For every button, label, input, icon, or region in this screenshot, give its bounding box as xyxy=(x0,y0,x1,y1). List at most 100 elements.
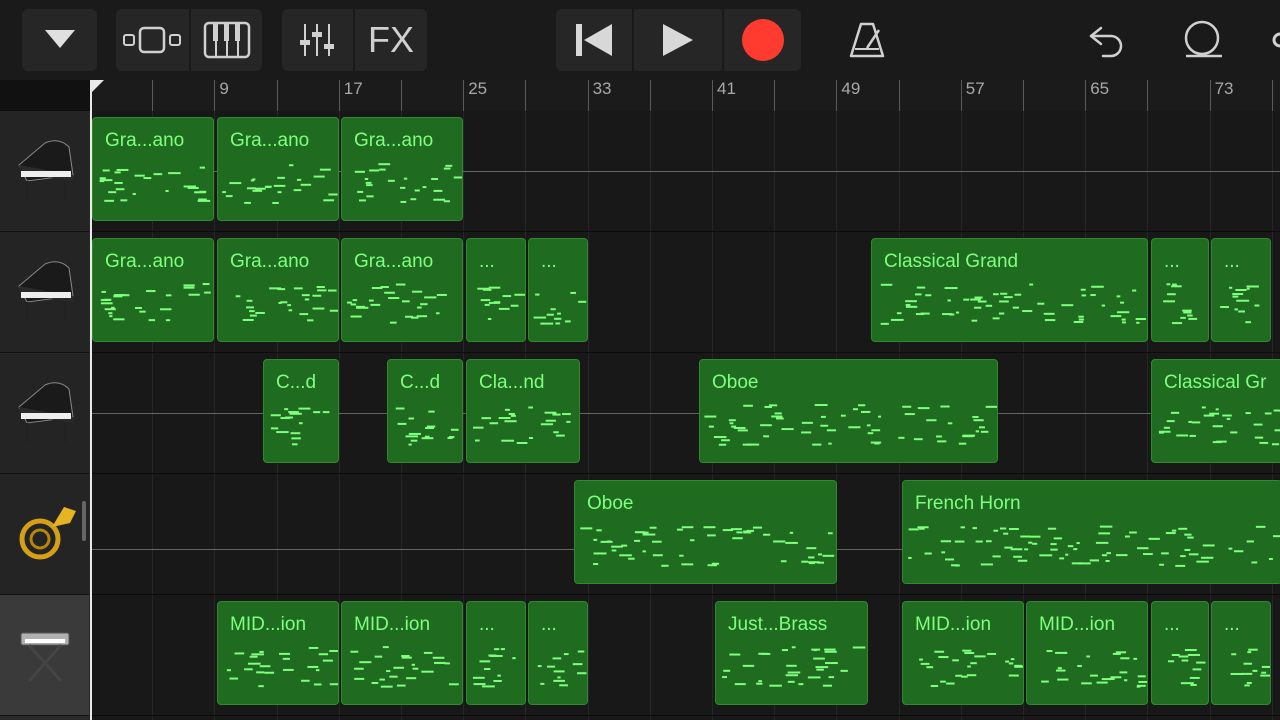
note-pattern xyxy=(919,649,1023,688)
note-pattern xyxy=(346,283,447,324)
region-label: MID...ion xyxy=(1039,614,1116,635)
note xyxy=(1184,548,1191,551)
metronome-button[interactable] xyxy=(836,9,898,71)
note xyxy=(908,528,919,531)
midi-region[interactable]: Gra...ano xyxy=(217,238,339,342)
note xyxy=(774,412,782,415)
midi-region[interactable]: C...d xyxy=(263,359,339,463)
track-header-grand-piano-2[interactable] xyxy=(0,232,89,353)
ruler-tick xyxy=(898,80,900,111)
midi-region[interactable]: Gra...ano xyxy=(341,238,463,342)
track-header-french-horn[interactable] xyxy=(0,474,89,595)
midi-region[interactable]: Classical Grand xyxy=(871,238,1148,342)
note xyxy=(916,286,926,289)
note xyxy=(328,193,338,196)
midi-region[interactable]: ... xyxy=(1211,238,1271,342)
playhead[interactable] xyxy=(90,80,92,720)
browser-menu-button[interactable] xyxy=(22,9,97,71)
record-button[interactable] xyxy=(724,9,801,71)
note xyxy=(1136,321,1140,324)
playhead-handle[interactable] xyxy=(90,80,104,94)
mixer-button[interactable] xyxy=(282,9,352,71)
midi-region[interactable]: Just...Brass xyxy=(715,601,868,705)
midi-region[interactable]: MID...ion xyxy=(341,601,463,705)
note xyxy=(955,674,963,677)
track-header-keyboard[interactable] xyxy=(0,595,89,716)
midi-region[interactable]: MID...ion xyxy=(1026,601,1148,705)
note xyxy=(970,662,977,665)
note xyxy=(1057,678,1069,681)
note xyxy=(1252,669,1258,672)
note xyxy=(974,306,982,309)
track-header-grand-piano-1[interactable] xyxy=(0,111,89,232)
loop-icon xyxy=(1184,20,1222,58)
note xyxy=(557,312,561,315)
note xyxy=(919,658,923,661)
midi-region[interactable]: Cla...nd xyxy=(466,359,580,463)
note xyxy=(1161,552,1169,555)
tracks-view-button[interactable] xyxy=(116,9,188,71)
note xyxy=(806,547,817,550)
midi-region[interactable]: ... xyxy=(1151,238,1209,342)
midi-region[interactable]: Oboe xyxy=(699,359,998,463)
note xyxy=(1081,294,1087,297)
note xyxy=(553,679,566,682)
midi-region[interactable]: Gra...ano xyxy=(92,238,214,342)
undo-button[interactable] xyxy=(1078,9,1136,71)
note xyxy=(280,301,288,304)
note xyxy=(229,677,239,680)
midi-region[interactable]: ... xyxy=(466,601,526,705)
midi-region[interactable]: Gra...ano xyxy=(92,117,214,221)
note xyxy=(436,293,447,296)
record-icon xyxy=(741,19,784,61)
midi-region[interactable]: MID...ion xyxy=(217,601,339,705)
midi-region[interactable]: ... xyxy=(1211,601,1271,705)
midi-region[interactable]: Oboe xyxy=(574,480,837,584)
note xyxy=(1244,684,1250,687)
go-to-start-button[interactable] xyxy=(556,9,632,71)
midi-region[interactable]: ... xyxy=(466,238,526,342)
midi-region[interactable]: Gra...ano xyxy=(217,117,339,221)
note xyxy=(1259,441,1269,444)
note xyxy=(1138,680,1147,683)
note xyxy=(808,556,815,559)
midi-region[interactable]: MID...ion xyxy=(902,601,1024,705)
play-button[interactable] xyxy=(634,9,722,71)
timeline-ruler[interactable]: 9 17 25 33 41 49 57 65 73 xyxy=(90,80,1280,112)
keyboard-button[interactable] xyxy=(191,9,262,71)
track-header-grand-piano-3[interactable] xyxy=(0,353,89,474)
note xyxy=(600,540,613,543)
note xyxy=(165,294,172,297)
midi-region[interactable]: C...d xyxy=(387,359,463,463)
midi-region[interactable]: French Horn xyxy=(902,480,1280,584)
region-label: French Horn xyxy=(915,493,1021,514)
note xyxy=(183,284,195,287)
midi-region[interactable]: Classical Gr xyxy=(1151,359,1280,463)
note xyxy=(611,545,623,548)
note xyxy=(828,442,832,445)
midi-region[interactable]: ... xyxy=(528,238,588,342)
note xyxy=(1014,293,1022,296)
loop-browser-button[interactable] xyxy=(1170,9,1234,71)
note xyxy=(293,189,302,192)
region-label: ... xyxy=(1224,614,1240,635)
note xyxy=(1245,412,1251,415)
note xyxy=(902,405,912,408)
note xyxy=(999,300,1009,303)
scrollbar-thumb[interactable] xyxy=(82,501,86,541)
note xyxy=(1135,318,1146,321)
settings-button[interactable] xyxy=(1264,9,1280,71)
fx-button[interactable]: FX xyxy=(355,9,427,71)
midi-region[interactable]: ... xyxy=(528,601,588,705)
note xyxy=(1234,308,1238,311)
note xyxy=(1274,429,1280,432)
note xyxy=(661,564,669,567)
midi-region[interactable]: ... xyxy=(1151,601,1209,705)
midi-region[interactable]: Gra...ano xyxy=(341,117,463,221)
note xyxy=(1246,287,1250,290)
note xyxy=(510,414,516,417)
note xyxy=(824,648,836,651)
note xyxy=(1120,301,1125,304)
note xyxy=(153,173,163,176)
note xyxy=(1187,536,1194,539)
